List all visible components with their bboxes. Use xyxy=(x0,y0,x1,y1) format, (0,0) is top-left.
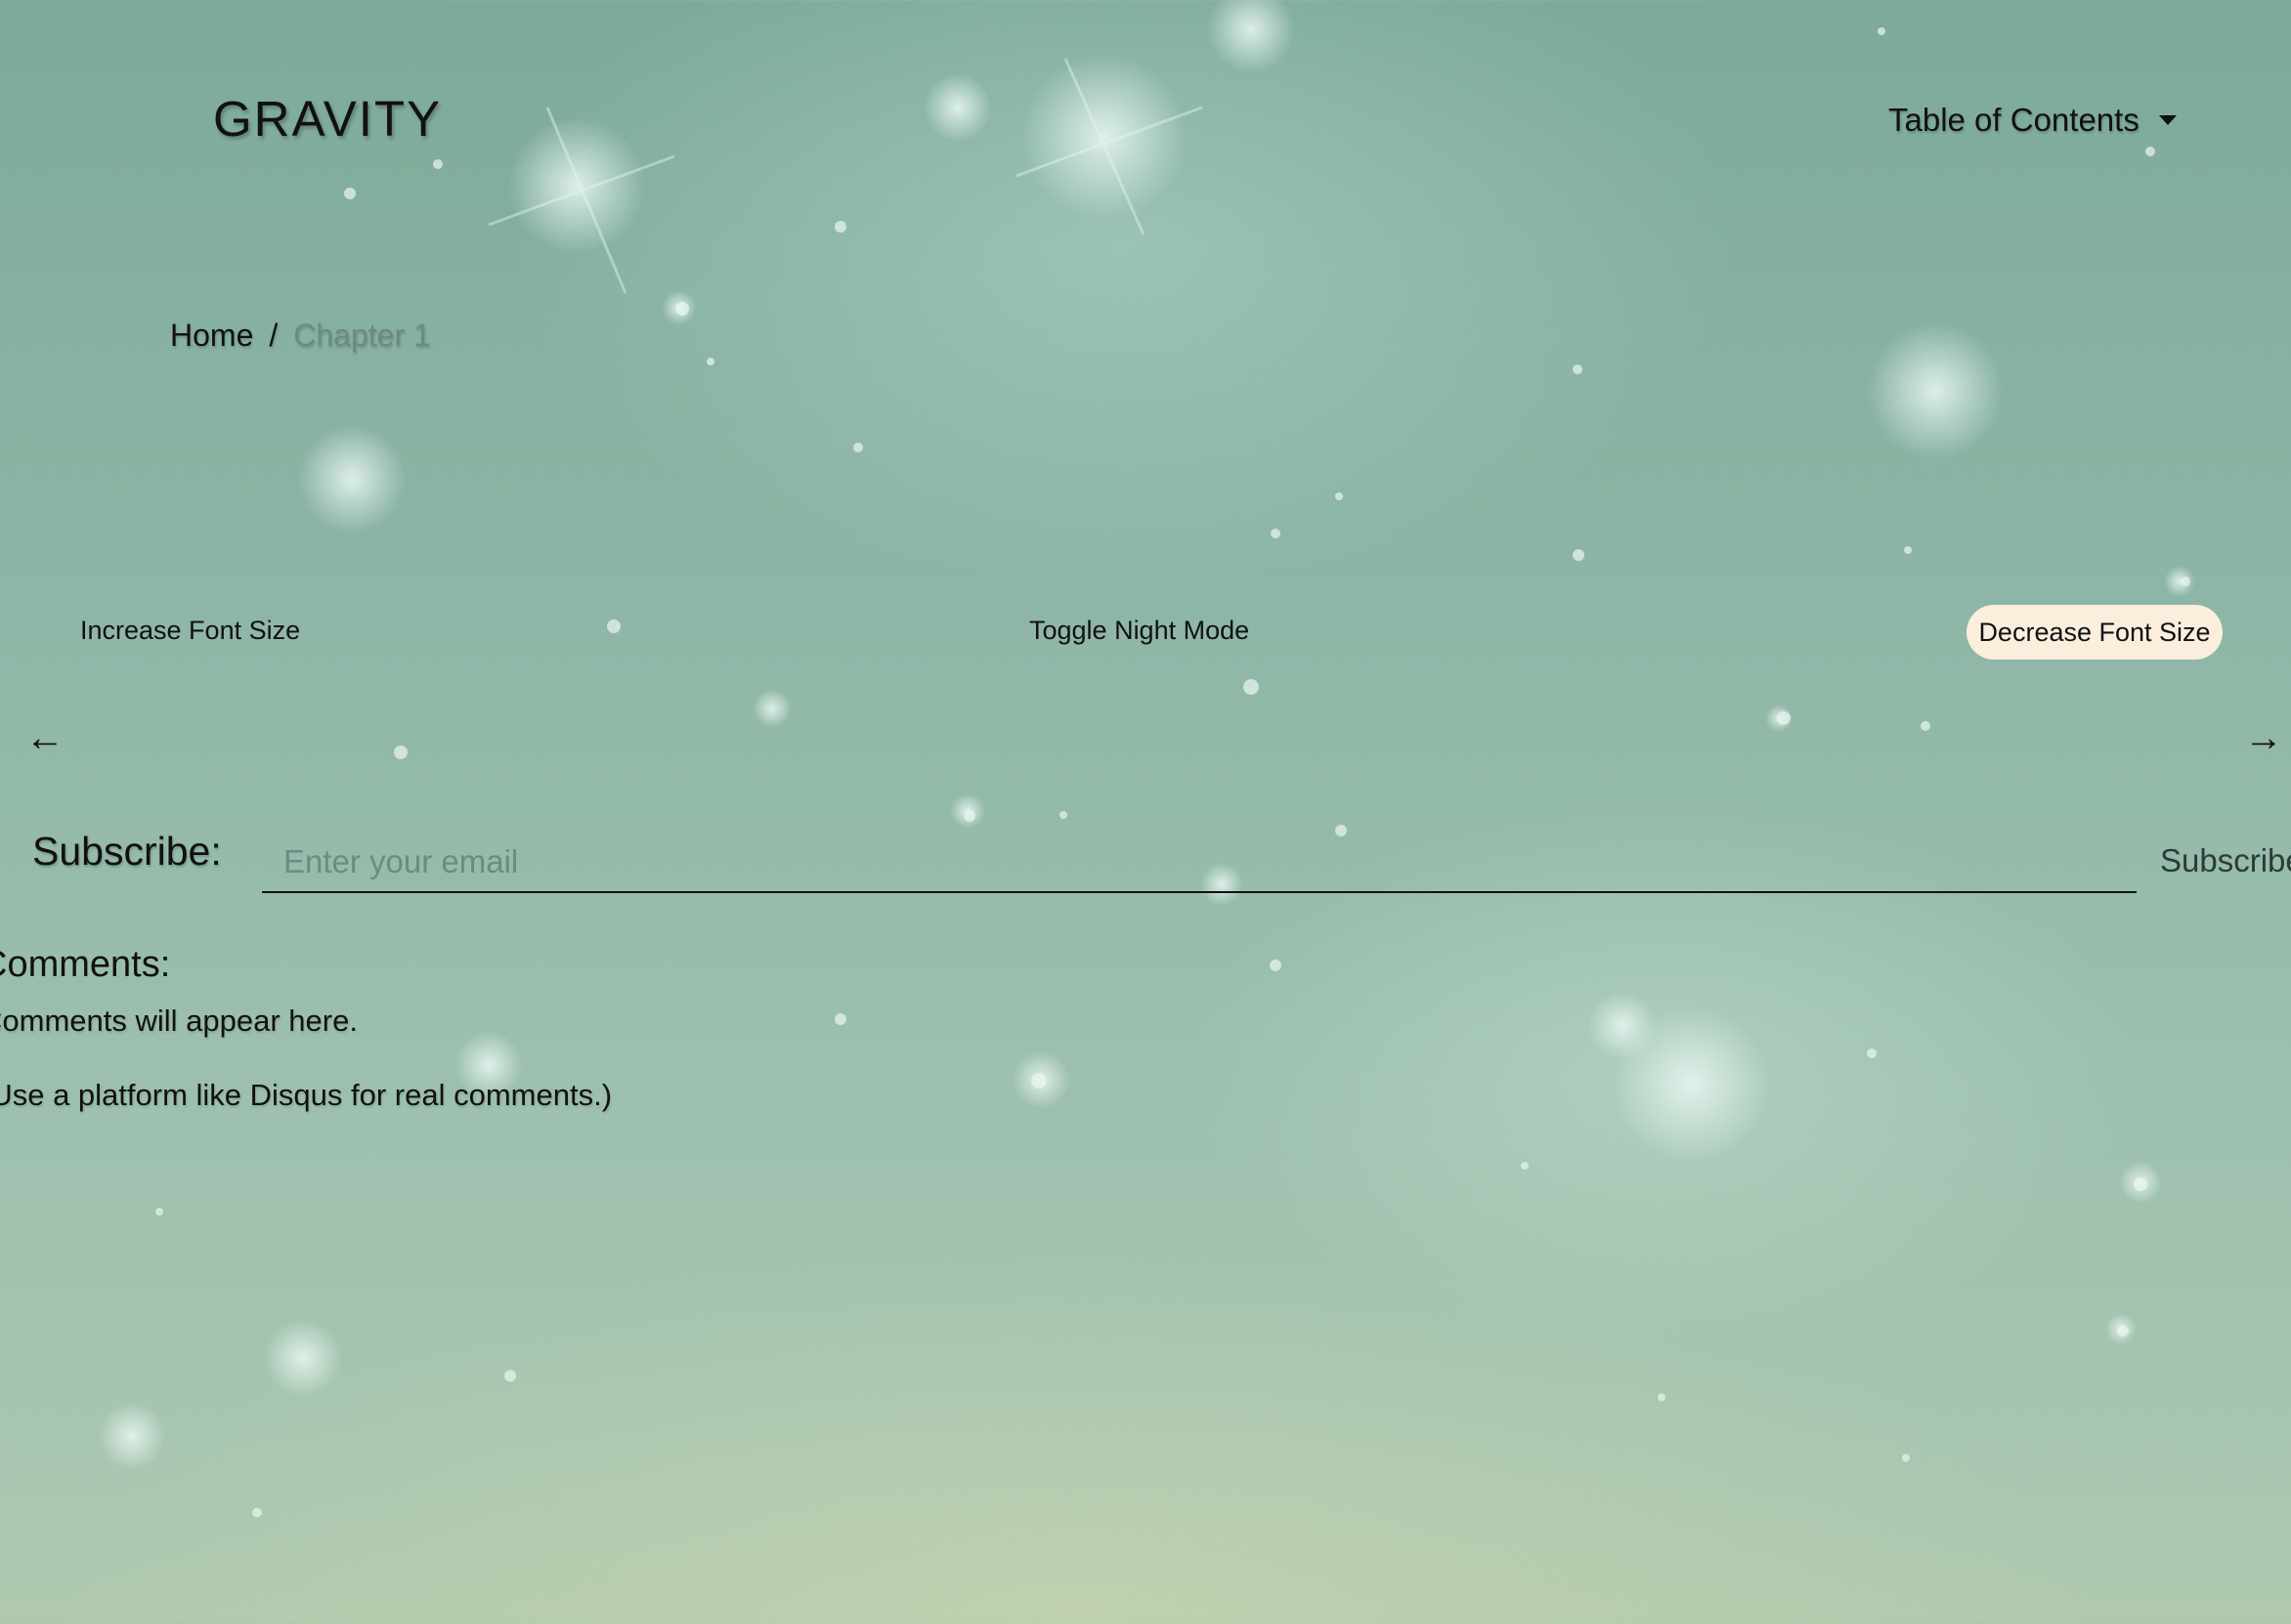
starfield-background xyxy=(98,0,2195,1517)
site-title[interactable]: GRAVITY xyxy=(213,90,442,148)
caret-down-icon xyxy=(2158,115,2177,125)
comments-heading: Comments: xyxy=(0,944,171,985)
comments-section: Comments: Comments will appear here. (Us… xyxy=(0,944,1153,1152)
table-of-contents-label: Table of Contents xyxy=(1888,102,2140,138)
decrease-font-size-button[interactable]: Decrease Font Size xyxy=(1967,605,2223,660)
next-chapter-arrow-icon[interactable]: → xyxy=(2244,716,2283,760)
comments-note-text: (Use a platform like Disqus for real com… xyxy=(0,1078,613,1112)
comments-placeholder-text: Comments will appear here. xyxy=(0,1004,358,1038)
increase-font-size-button[interactable]: Increase Font Size xyxy=(80,616,300,646)
toggle-night-mode-button[interactable]: Toggle Night Mode xyxy=(1029,616,1249,646)
email-input[interactable] xyxy=(262,833,2137,893)
breadcrumb-current-page: Chapter 1 xyxy=(293,318,431,353)
table-of-contents-dropdown[interactable]: Table of Contents xyxy=(1888,102,2177,139)
breadcrumb-home-link[interactable]: Home xyxy=(170,318,253,354)
breadcrumb: Home / Chapter 1 xyxy=(170,318,431,354)
previous-chapter-arrow-icon[interactable]: ← xyxy=(25,716,65,760)
breadcrumb-separator: / xyxy=(269,318,279,353)
subscribe-button[interactable]: Subscribe xyxy=(2160,842,2291,879)
subscribe-label: Subscribe: xyxy=(32,829,222,874)
